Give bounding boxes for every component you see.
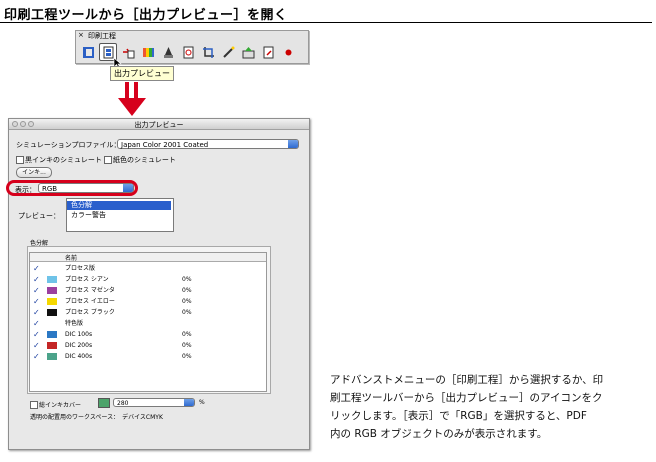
fix-hairlines-tool[interactable] <box>219 43 237 61</box>
coverage-value-select[interactable]: 280 <box>113 398 195 407</box>
simulation-profile-value: Japan Color 2001 Coated <box>121 141 209 149</box>
separations-table: 名前 ✓ プロセス版 ✓ プロセス シアン 0% ✓ プロセス マゼンタ 0% ✓ プロセス イエ… <box>29 252 267 392</box>
trap-presets-tool[interactable] <box>79 43 97 61</box>
output-preview-tooltip: 出力プレビュー <box>110 66 174 81</box>
column-name-header: 名前 <box>65 255 78 262</box>
plate-name: プロセス版 <box>65 265 96 272</box>
plate-visible-checkbox[interactable]: ✓ <box>33 320 41 328</box>
plate-visible-checkbox[interactable]: ✓ <box>33 342 41 350</box>
transparency-flattening-tool[interactable] <box>239 43 257 61</box>
description-line: 刷工程ツールバーから［出力プレビュー］のアイコンをク <box>330 392 603 404</box>
table-row[interactable]: ✓ 特色版 <box>30 318 266 329</box>
table-row[interactable]: ✓ DIC 100s 0% <box>30 329 266 340</box>
plate-visible-checkbox[interactable]: ✓ <box>33 298 41 306</box>
table-row[interactable]: ✓ DIC 200s 0% <box>30 340 266 351</box>
page-heading: 印刷工程ツールから［出力プレビュー］を開く <box>4 8 288 23</box>
plate-coverage: 0% <box>182 287 192 294</box>
table-row[interactable]: ✓ プロセス ブラック 0% <box>30 307 266 318</box>
add-marks-icon <box>183 46 193 58</box>
coverage-color-swatch[interactable] <box>98 398 110 408</box>
preview-item-color-warnings[interactable]: カラー警告 <box>67 211 171 220</box>
heading-rule <box>0 22 652 23</box>
print-production-palette: × 印刷工程 <box>75 30 309 64</box>
plate-name: プロセス マゼンタ <box>65 287 115 294</box>
plate-color-swatch <box>47 342 57 349</box>
trap-icon <box>82 46 94 58</box>
coverage-unit: % <box>199 399 205 406</box>
simulation-profile-select[interactable]: Japan Color 2001 Coated <box>117 139 299 149</box>
preview-listbox[interactable]: 色分解 カラー警告 <box>66 198 174 232</box>
highlight-oval <box>6 180 138 196</box>
plate-name: DIC 200s <box>65 342 93 349</box>
plate-name: DIC 400s <box>65 353 93 360</box>
plate-coverage: 0% <box>182 276 192 283</box>
plate-color-swatch <box>47 298 57 305</box>
transparency-icon <box>242 46 254 58</box>
plate-coverage: 0% <box>182 309 192 316</box>
dropdown-arrow-icon <box>288 140 298 148</box>
plate-name: プロセス イエロー <box>65 298 115 305</box>
crop-pages-tool[interactable] <box>199 43 217 61</box>
table-row[interactable]: ✓ プロセス シアン 0% <box>30 274 266 285</box>
total-coverage-checkbox[interactable] <box>30 401 38 409</box>
dropdown-arrow-icon <box>184 399 194 406</box>
window-title: 出力プレビュー <box>134 121 184 129</box>
plate-color-swatch <box>47 309 57 316</box>
plate-visible-checkbox[interactable]: ✓ <box>33 276 41 284</box>
description-line: 内の RGB オブジェクトのみが表示されます。 <box>330 428 548 440</box>
separations-icon <box>285 49 291 55</box>
preview-label: プレビュー： <box>18 212 60 220</box>
color-convert-icon <box>142 47 154 57</box>
total-coverage-label: 総インキカバー <box>39 402 82 409</box>
coverage-value: 280 <box>117 400 129 407</box>
plate-color-swatch <box>47 287 57 294</box>
palette-close-icon[interactable]: × <box>78 31 84 39</box>
table-row[interactable]: ✓ DIC 400s 0% <box>30 351 266 362</box>
plate-name: プロセス シアン <box>65 276 109 283</box>
plate-name: DIC 100s <box>65 331 93 338</box>
plate-color-swatch <box>47 353 57 360</box>
pdf-optimizer-tool[interactable] <box>259 43 277 61</box>
simulate-black-ink-checkbox[interactable] <box>16 156 24 164</box>
fix-hairlines-icon <box>222 46 234 58</box>
simulate-paper-color-label: 紙色のシミュレート <box>113 156 176 164</box>
ink-manager-button[interactable]: インキ... <box>16 167 52 178</box>
javascript-tool[interactable] <box>279 43 297 61</box>
plate-name: 特色版 <box>65 320 84 327</box>
description-line: リックします。［表示］で「RGB」を選択すると、PDF <box>330 410 587 422</box>
simulation-profile-label: シミュレーションプロファイル： <box>16 141 121 149</box>
simulate-paper-color-checkbox[interactable] <box>104 156 112 164</box>
add-printer-marks-tool[interactable] <box>179 43 197 61</box>
preflight-icon <box>122 48 134 58</box>
plate-visible-checkbox[interactable]: ✓ <box>33 353 41 361</box>
down-arrow-icon <box>118 82 146 120</box>
description-text: アドバンストメニューの［印刷工程］から選択するか、印 刷工程ツールバーから［出力… <box>330 371 656 443</box>
plate-visible-checkbox[interactable]: ✓ <box>33 331 41 339</box>
plate-coverage: 0% <box>182 298 192 305</box>
palette-title: 印刷工程 <box>88 32 116 40</box>
ink-manager-tool[interactable] <box>159 43 177 61</box>
plate-coverage: 0% <box>182 331 192 338</box>
plate-coverage: 0% <box>182 353 192 360</box>
crop-icon <box>202 46 214 58</box>
plate-visible-checkbox[interactable]: ✓ <box>33 265 41 273</box>
window-titlebar: 出力プレビュー <box>9 119 309 130</box>
table-header: 名前 <box>30 253 266 262</box>
description-line: アドバンストメニューの［印刷工程］から選択するか、印 <box>330 374 604 386</box>
plate-visible-checkbox[interactable]: ✓ <box>33 287 41 295</box>
transparency-workspace-note: 透明の配置用のワークスペース： デバイスCMYK <box>30 414 163 421</box>
preview-item-separations[interactable]: 色分解 <box>67 201 171 210</box>
flattener-icon <box>263 46 273 58</box>
plate-color-swatch <box>47 276 57 283</box>
table-row[interactable]: ✓ プロセス イエロー 0% <box>30 296 266 307</box>
convert-colors-tool[interactable] <box>139 43 157 61</box>
simulate-black-ink-label: 黒インキのシミュレート <box>25 156 102 164</box>
plate-coverage: 0% <box>182 342 192 349</box>
plate-visible-checkbox[interactable]: ✓ <box>33 309 41 317</box>
plate-name: プロセス ブラック <box>65 309 115 316</box>
plate-color-swatch <box>47 331 57 338</box>
table-row[interactable]: ✓ プロセス版 <box>30 263 266 274</box>
ink-manager-icon <box>163 46 173 58</box>
table-row[interactable]: ✓ プロセス マゼンタ 0% <box>30 285 266 296</box>
